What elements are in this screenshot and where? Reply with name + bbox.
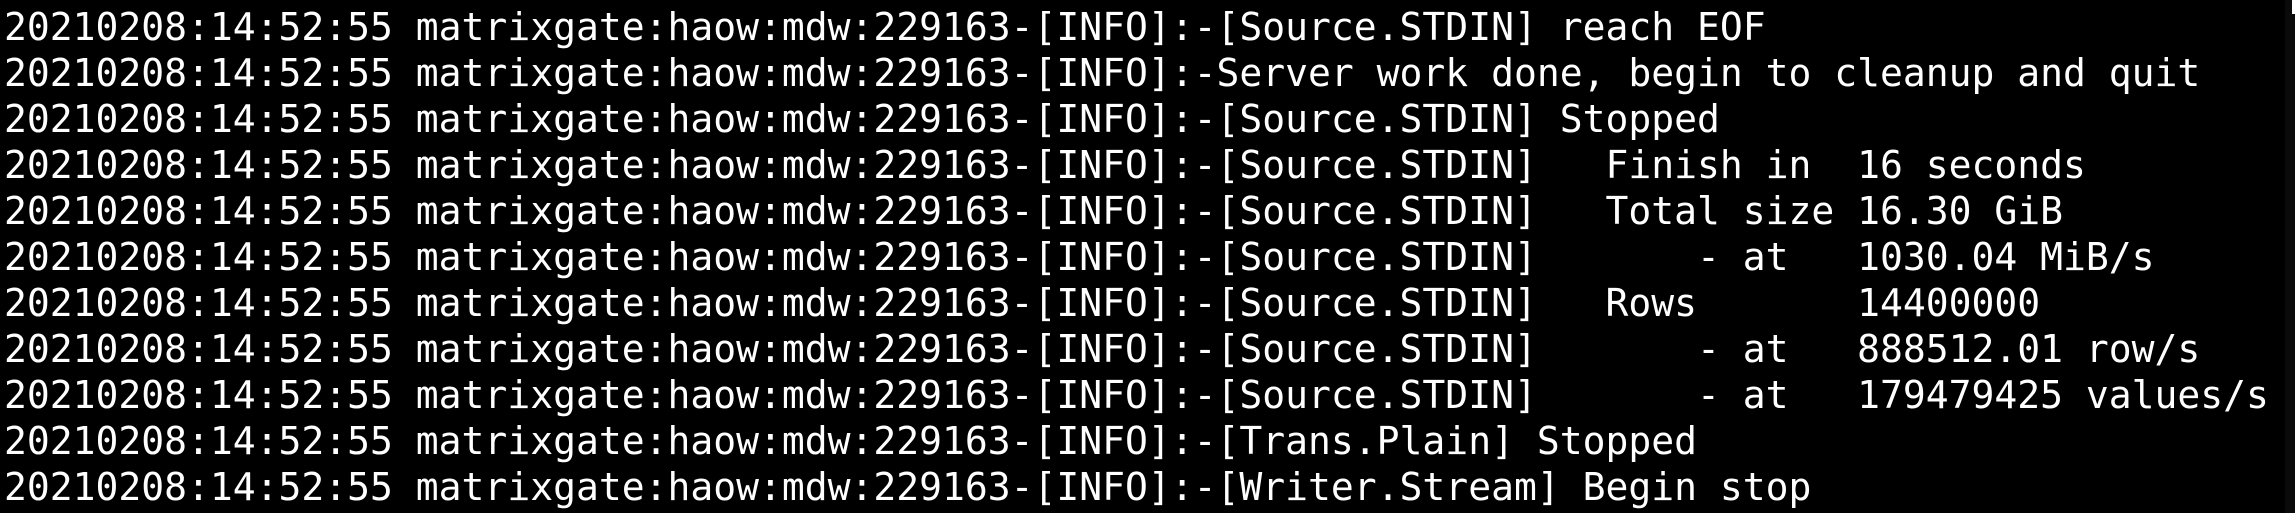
log-line: 20210208:14:52:55 matrixgate:haow:mdw:22… [4, 373, 2269, 417]
log-line: 20210208:14:52:55 matrixgate:haow:mdw:22… [4, 189, 2064, 233]
log-line: 20210208:14:52:55 matrixgate:haow:mdw:22… [4, 281, 2041, 325]
log-line: 20210208:14:52:55 matrixgate:haow:mdw:22… [4, 465, 1812, 509]
log-line: 20210208:14:52:55 matrixgate:haow:mdw:22… [4, 51, 2201, 95]
log-line: 20210208:14:52:55 matrixgate:haow:mdw:22… [4, 235, 2155, 279]
scrollbar[interactable] [2285, 0, 2295, 513]
log-line: 20210208:14:52:55 matrixgate:haow:mdw:22… [4, 5, 1766, 49]
log-line: 20210208:14:52:55 matrixgate:haow:mdw:22… [4, 419, 1697, 463]
terminal-output[interactable]: 20210208:14:52:55 matrixgate:haow:mdw:22… [0, 0, 2295, 513]
log-line: 20210208:14:52:55 matrixgate:haow:mdw:22… [4, 97, 1720, 141]
log-line: 20210208:14:52:55 matrixgate:haow:mdw:22… [4, 143, 2086, 187]
log-line: 20210208:14:52:55 matrixgate:haow:mdw:22… [4, 327, 2201, 371]
